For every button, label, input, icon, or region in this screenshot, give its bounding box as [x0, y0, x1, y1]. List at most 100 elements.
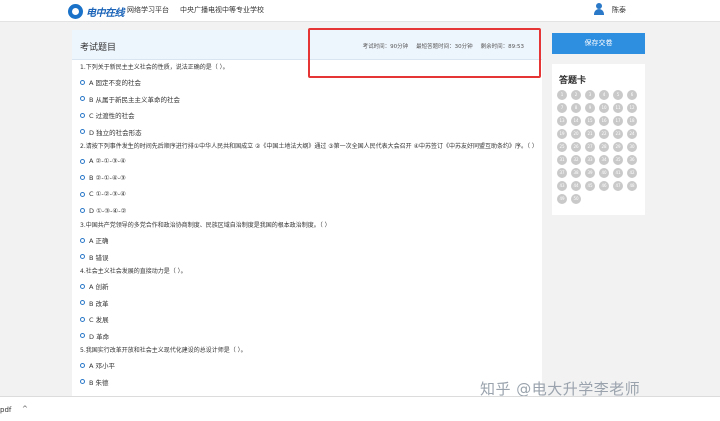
- radio-button[interactable]: [80, 237, 85, 243]
- answer-option[interactable]: B ②-①-④-③: [80, 170, 542, 187]
- answer-option[interactable]: B 从属于新民主主义革命的社会: [80, 91, 542, 108]
- answer-card-number[interactable]: 15: [585, 116, 595, 126]
- answer-option[interactable]: A 邓小平: [80, 357, 542, 374]
- answer-option[interactable]: D 独立的社会形态: [80, 124, 542, 141]
- answer-card-number[interactable]: 30: [627, 142, 637, 152]
- chevron-up-icon[interactable]: ^: [22, 405, 28, 413]
- answer-option[interactable]: B 朱德: [80, 374, 542, 391]
- answer-card-number[interactable]: 49: [557, 194, 567, 204]
- answer-card-number[interactable]: 22: [599, 129, 609, 139]
- answer-card: 答题卡 1 2 3 4 5 6 7 8 9 10 11 12 13 14 15 16 17 18 19 20 21 22 2…: [552, 64, 645, 215]
- answer-option-label: D 革命: [89, 332, 110, 341]
- radio-button[interactable]: [80, 379, 85, 385]
- radio-button[interactable]: [80, 158, 85, 164]
- answer-card-number[interactable]: 36: [627, 155, 637, 165]
- answer-card-number[interactable]: 41: [613, 168, 623, 178]
- answer-option[interactable]: A 正确: [80, 232, 542, 249]
- logo[interactable]: 电中在线: [68, 2, 125, 20]
- answer-card-number[interactable]: 3: [585, 90, 595, 100]
- answer-card-number[interactable]: 25: [557, 142, 567, 152]
- answer-card-number[interactable]: 18: [627, 116, 637, 126]
- answer-card-number[interactable]: 23: [613, 129, 623, 139]
- answer-card-number[interactable]: 50: [571, 194, 581, 204]
- answer-option[interactable]: D ①-③-④-②: [80, 203, 542, 220]
- exam-header: 考试题目 考试时间：90分钟 最短答题时间：30分钟 剩余时间：89:53: [72, 30, 542, 60]
- question-stem: 5.我国实行改革开放和社会主义现代化建设的总设计师是（ ）。: [80, 347, 247, 354]
- answer-card-number[interactable]: 39: [585, 168, 595, 178]
- answer-card-number[interactable]: 4: [599, 90, 609, 100]
- answer-card-number[interactable]: 5: [613, 90, 623, 100]
- answer-card-number[interactable]: 42: [627, 168, 637, 178]
- answer-card-number[interactable]: 40: [599, 168, 609, 178]
- answer-card-number[interactable]: 27: [585, 142, 595, 152]
- answer-option-label: A 固定不变的社会: [89, 79, 142, 88]
- radio-button[interactable]: [80, 254, 85, 260]
- radio-button[interactable]: [80, 316, 85, 322]
- answer-card-number[interactable]: 7: [557, 103, 567, 113]
- radio-button[interactable]: [80, 129, 85, 135]
- answer-card-number[interactable]: 12: [627, 103, 637, 113]
- answer-card-title: 答题卡: [559, 76, 587, 86]
- answer-card-number[interactable]: 20: [571, 129, 581, 139]
- answer-option[interactable]: D 革命: [80, 328, 542, 345]
- answer-option[interactable]: A 创新: [80, 278, 542, 295]
- radio-button[interactable]: [80, 300, 85, 306]
- answer-card-number[interactable]: 17: [613, 116, 623, 126]
- answer-card-number[interactable]: 45: [585, 181, 595, 191]
- answer-card-number[interactable]: 24: [627, 129, 637, 139]
- answer-card-number[interactable]: 46: [599, 181, 609, 191]
- answer-card-number[interactable]: 13: [557, 116, 567, 126]
- answer-card-number[interactable]: 8: [571, 103, 581, 113]
- radio-button[interactable]: [80, 208, 85, 214]
- answer-option[interactable]: B 错误: [80, 249, 542, 266]
- radio-button[interactable]: [80, 96, 85, 102]
- answer-card-number[interactable]: 32: [571, 155, 581, 165]
- answer-option-label: C ①-②-③-④: [89, 190, 126, 199]
- radio-button[interactable]: [80, 175, 85, 181]
- answer-card-number[interactable]: 35: [613, 155, 623, 165]
- exam-timers: 考试时间：90分钟 最短答题时间：30分钟 剩余时间：89:53: [363, 42, 524, 50]
- radio-button[interactable]: [80, 112, 85, 118]
- nav-link-school[interactable]: 中央广播电视中等专业学校: [180, 5, 264, 15]
- nav-link-platform[interactable]: 网络学习平台: [127, 5, 169, 15]
- answer-card-number[interactable]: 11: [613, 103, 623, 113]
- answer-option[interactable]: A ②-①-③-④: [80, 153, 542, 170]
- answer-card-number[interactable]: 10: [599, 103, 609, 113]
- answer-option[interactable]: C 过渡性的社会: [80, 107, 542, 124]
- user-icon[interactable]: [594, 3, 604, 15]
- answer-card-number[interactable]: 37: [557, 168, 567, 178]
- exam-panel: 考试题目 考试时间：90分钟 最短答题时间：30分钟 剩余时间：89:53 1.…: [72, 30, 542, 400]
- answer-card-number[interactable]: 44: [571, 181, 581, 191]
- save-submit-button[interactable]: 保存交卷: [552, 33, 645, 54]
- user-name[interactable]: 陈泰: [612, 5, 626, 15]
- answer-card-number[interactable]: 6: [627, 90, 637, 100]
- answer-card-number[interactable]: 21: [585, 129, 595, 139]
- answer-card-number[interactable]: 33: [585, 155, 595, 165]
- answer-card-number[interactable]: 48: [627, 181, 637, 191]
- answer-option[interactable]: C ①-②-③-④: [80, 186, 542, 203]
- answer-card-number[interactable]: 2: [571, 90, 581, 100]
- answer-option[interactable]: B 改革: [80, 295, 542, 312]
- answer-option[interactable]: A 固定不变的社会: [80, 74, 542, 91]
- download-file-name[interactable]: pdf: [0, 406, 11, 414]
- answer-card-number[interactable]: 26: [571, 142, 581, 152]
- answer-card-number[interactable]: 34: [599, 155, 609, 165]
- answer-card-number[interactable]: 9: [585, 103, 595, 113]
- radio-button[interactable]: [80, 79, 85, 85]
- answer-card-number[interactable]: 28: [599, 142, 609, 152]
- answer-card-number[interactable]: 19: [557, 129, 567, 139]
- answer-option-label: C 过渡性的社会: [89, 112, 135, 121]
- radio-button[interactable]: [80, 283, 85, 289]
- radio-button[interactable]: [80, 362, 85, 368]
- answer-card-number[interactable]: 47: [613, 181, 623, 191]
- answer-card-number[interactable]: 43: [557, 181, 567, 191]
- radio-button[interactable]: [80, 333, 85, 339]
- answer-card-number[interactable]: 14: [571, 116, 581, 126]
- answer-card-number[interactable]: 38: [571, 168, 581, 178]
- answer-card-number[interactable]: 1: [557, 90, 567, 100]
- answer-card-number[interactable]: 31: [557, 155, 567, 165]
- answer-option[interactable]: C 发展: [80, 311, 542, 328]
- answer-card-number[interactable]: 16: [599, 116, 609, 126]
- answer-card-number[interactable]: 29: [613, 142, 623, 152]
- radio-button[interactable]: [80, 191, 85, 197]
